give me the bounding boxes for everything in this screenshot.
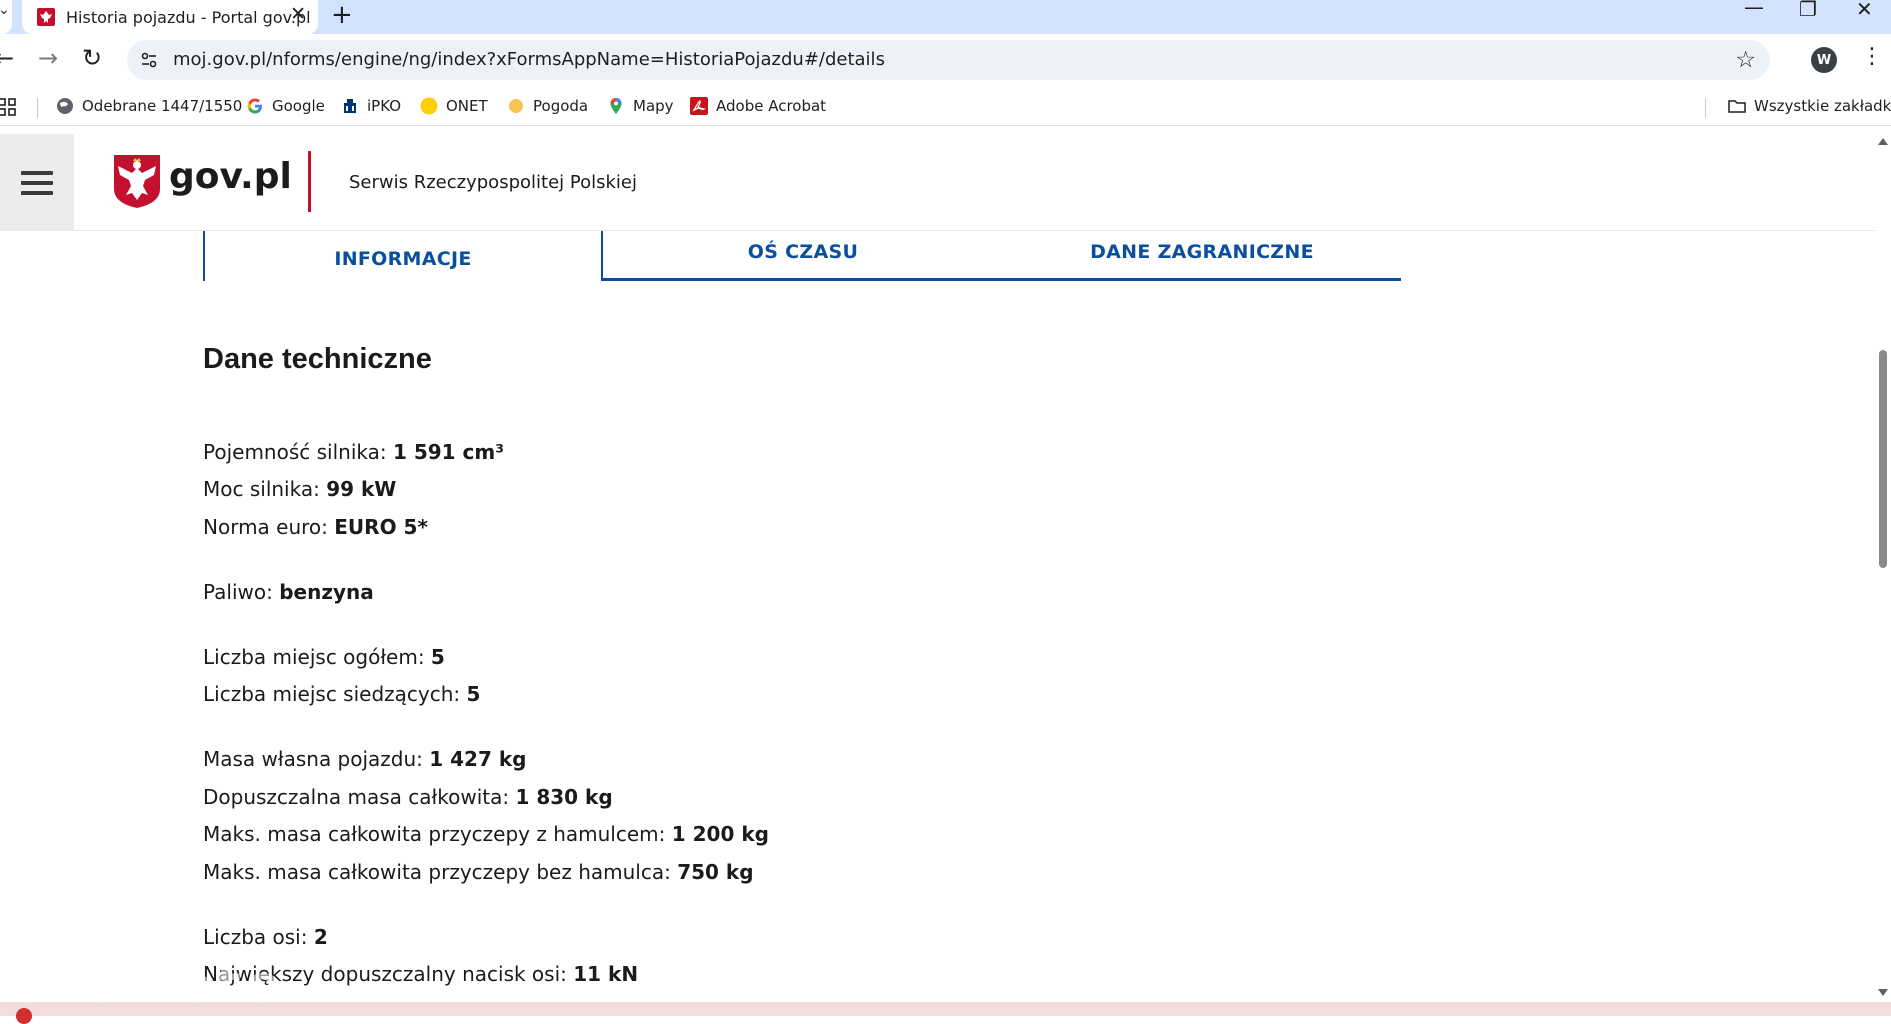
spec-value: 1 830 kg — [515, 785, 613, 809]
page-scrollbar[interactable] — [1875, 134, 1891, 1000]
new-tab-button[interactable]: + — [331, 0, 353, 30]
spec-label: Dopuszczalna masa całkowita: — [203, 785, 516, 809]
bookmark-ipko[interactable]: iPKO — [341, 97, 401, 115]
bookmarks-separator — [37, 98, 38, 118]
spec-row-curb-weight: Masa własna pojazdu: 1 427 kg — [203, 747, 526, 771]
bookmark-label: Pogoda — [533, 97, 589, 115]
spec-label: Moc silnika: — [203, 477, 327, 501]
back-arrow-icon[interactable]: ← — [0, 44, 14, 72]
bookmarks-bar: Odebrane 1447/1550 Google iPKO ONET Pogo… — [0, 86, 1891, 126]
weather-icon — [509, 99, 523, 113]
minimize-icon[interactable]: — — [1744, 0, 1764, 17]
acrobat-icon — [690, 97, 708, 115]
spec-label: Masa własna pojazdu: — [203, 747, 430, 771]
globe-icon — [57, 98, 73, 114]
polish-eagle-favicon-icon — [37, 8, 55, 26]
header-divider — [308, 151, 311, 212]
previous-tab-edge[interactable]: ⌄ — [0, 0, 12, 34]
url-text[interactable]: moj.gov.pl/nforms/engine/ng/index?xForms… — [173, 49, 885, 70]
spec-value: 2 — [313, 925, 328, 949]
browser-menu-icon[interactable]: ⋮ — [1861, 44, 1883, 69]
profile-avatar[interactable]: W — [1811, 47, 1837, 73]
spec-row-trailer-braked: Maks. masa całkowita przyczepy z hamulce… — [203, 822, 769, 846]
spec-row-gross-weight: Dopuszczalna masa całkowita: 1 830 kg — [203, 785, 613, 809]
address-bar[interactable]: moj.gov.pl/nforms/engine/ng/index?xForms… — [127, 40, 1770, 80]
spec-label: Liczba osi: — [203, 925, 314, 949]
spec-row-engine-power: Moc silnika: 99 kW — [203, 477, 396, 501]
spec-row-fuel: Paliwo: benzyna — [203, 580, 374, 604]
service-name: Serwis Rzeczypospolitej Polskiej — [349, 172, 637, 193]
bookmark-google[interactable]: Google — [246, 97, 325, 115]
reload-icon[interactable]: ↻ — [82, 44, 102, 72]
spec-row-seats-total: Liczba miejsc ogółem: 5 — [203, 645, 445, 669]
close-window-icon[interactable]: ✕ — [1856, 0, 1873, 19]
bookmark-onet[interactable]: ONET — [420, 97, 488, 115]
bookmark-label: Odebrane 1447/1550 — [82, 97, 243, 115]
polish-eagle-logo-icon[interactable] — [112, 153, 162, 209]
spec-value: 11 kN — [573, 962, 639, 986]
browser-tab-active[interactable]: Historia pojazdu - Portal gov.pl ✕ — [22, 0, 318, 34]
gov-pl-logo-text[interactable]: gov.pl — [169, 156, 292, 197]
scroll-thumb[interactable] — [1879, 350, 1887, 568]
spec-value: 1 591 cm³ — [392, 440, 505, 464]
scroll-down-arrow-icon[interactable] — [1878, 989, 1888, 996]
spec-label: Maks. masa całkowita przyczepy bez hamul… — [203, 860, 678, 884]
maps-pin-icon — [610, 98, 622, 114]
chevron-down-icon[interactable]: ⌄ — [0, 2, 10, 18]
restore-window-icon[interactable]: ❐ — [1799, 0, 1817, 19]
bookmark-label: Adobe Acrobat — [716, 97, 827, 115]
onet-icon — [420, 97, 438, 115]
spec-value: 1 427 kg — [429, 747, 527, 771]
forward-arrow-icon[interactable]: → — [38, 44, 58, 72]
spec-label: Norma euro: — [203, 515, 335, 539]
bookmark-label: iPKO — [367, 97, 402, 115]
bookmark-star-icon[interactable]: ☆ — [1735, 47, 1756, 73]
bookmark-pogoda[interactable]: Pogoda — [507, 97, 588, 115]
bookmark-label: ONET — [446, 97, 488, 115]
site-header: gov.pl Serwis Rzeczypospolitej Polskiej — [0, 134, 1875, 231]
tab-informacje[interactable]: INFORMACJE — [203, 231, 603, 281]
google-icon — [247, 98, 262, 114]
section-title: Dane techniczne — [203, 343, 432, 375]
spec-value: 1 200 kg — [671, 822, 769, 846]
bookmark-label: Google — [272, 97, 325, 115]
watermark: otomoto — [10, 955, 285, 1015]
site-settings-icon[interactable] — [139, 50, 159, 70]
bookmark-odebrane[interactable]: Odebrane 1447/1550 — [56, 97, 242, 115]
browser-tabstrip: ⌄ Historia pojazdu - Portal gov.pl ✕ + —… — [0, 0, 1891, 34]
apps-grid-icon[interactable] — [0, 98, 16, 116]
spec-row-trailer-unbraked: Maks. masa całkowita przyczepy bez hamul… — [203, 860, 754, 884]
spec-value: EURO 5* — [334, 515, 428, 539]
tab-os-czasu[interactable]: OŚ CZASU — [603, 231, 1003, 281]
spec-label: Maks. masa całkowita przyczepy z hamulce… — [203, 822, 672, 846]
tab-close-icon[interactable]: ✕ — [290, 3, 306, 25]
details-tabs: INFORMACJE OŚ CZASU DANE ZAGRANICZNE — [203, 231, 1401, 281]
spec-value: benzyna — [279, 580, 374, 604]
all-bookmarks-button[interactable]: Wszystkie zakładki — [1728, 97, 1891, 115]
scroll-up-arrow-icon[interactable] — [1878, 138, 1888, 145]
spec-label: Liczba miejsc siedzących: — [203, 682, 467, 706]
tab-dane-zagraniczne[interactable]: DANE ZAGRANICZNE — [1003, 231, 1401, 281]
hamburger-menu-icon[interactable] — [0, 134, 74, 231]
spec-row-engine-capacity: Pojemność silnika: 1 591 cm³ — [203, 440, 504, 464]
spec-value: 99 kW — [326, 477, 397, 501]
spec-row-euro-norm: Norma euro: EURO 5* — [203, 515, 428, 539]
all-bookmarks-label: Wszystkie zakładki — [1754, 97, 1891, 115]
pko-icon — [344, 99, 356, 113]
spec-row-seats-sitting: Liczba miejsc siedzących: 5 — [203, 682, 480, 706]
bookmark-label: Mapy — [633, 97, 674, 115]
spec-label: Pojemność silnika: — [203, 440, 393, 464]
folder-icon — [1728, 100, 1746, 113]
spec-row-axles: Liczba osi: 2 — [203, 925, 328, 949]
spec-label: Paliwo: — [203, 580, 280, 604]
bookmarks-separator — [1705, 98, 1706, 118]
spec-value: 5 — [430, 645, 445, 669]
spec-value: 5 — [466, 682, 481, 706]
tab-title: Historia pojazdu - Portal gov.pl — [66, 7, 311, 27]
bookmark-mapy[interactable]: Mapy — [607, 97, 674, 115]
browser-toolbar: ← → ↻ moj.gov.pl/nforms/engine/ng/index?… — [0, 34, 1891, 86]
spec-value: 750 kg — [677, 860, 754, 884]
spec-label: Liczba miejsc ogółem: — [203, 645, 431, 669]
bookmark-adobe-acrobat[interactable]: Adobe Acrobat — [690, 97, 826, 115]
